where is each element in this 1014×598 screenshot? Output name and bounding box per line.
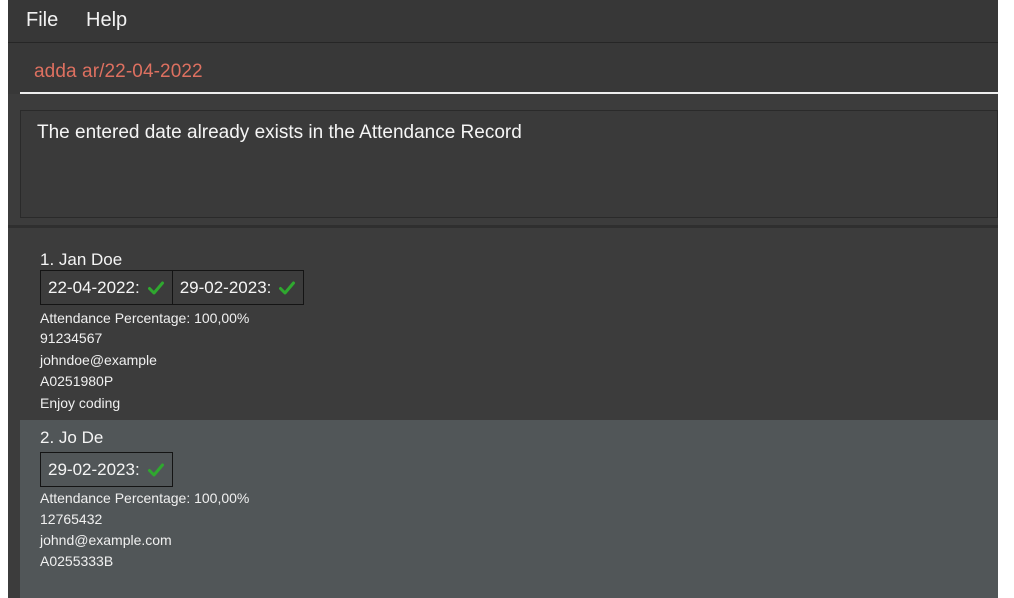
- attendance-tag: 29-02-2023:: [40, 452, 173, 487]
- panel-divider[interactable]: [8, 225, 998, 228]
- check-icon: [147, 463, 164, 476]
- attendance-percentage: Attendance Percentage: 100,00%: [40, 490, 250, 506]
- person-phone: 12765432: [40, 511, 103, 527]
- result-display: The entered date already exists in the A…: [20, 110, 998, 218]
- person-list[interactable]: 1. Jan Doe 22-04-2022: 29-02-2023: Atten…: [20, 240, 998, 598]
- attendance-percentage: Attendance Percentage: 100,00%: [40, 310, 250, 326]
- person-name: 2. Jo De: [40, 428, 104, 447]
- menu-file[interactable]: File: [26, 9, 58, 32]
- attendance-date: 22-04-2022:: [48, 277, 140, 297]
- app-window: File Help adda ar/22-04-2022 The entered…: [8, 0, 998, 598]
- command-input[interactable]: adda ar/22-04-2022: [34, 61, 203, 83]
- attendance-date: 29-02-2023:: [48, 459, 140, 479]
- attendance-tag: 22-04-2022:: [40, 270, 173, 305]
- person-card[interactable]: 1. Jan Doe 22-04-2022: 29-02-2023: Atten…: [20, 240, 998, 420]
- person-card-selected[interactable]: 2. Jo De 29-02-2023: Attendance Percenta…: [20, 420, 998, 598]
- result-message: The entered date already exists in the A…: [37, 122, 522, 143]
- person-email: johnd@example.com: [40, 532, 172, 548]
- person-remark: Enjoy coding: [40, 395, 121, 411]
- check-icon: [279, 281, 296, 294]
- command-box[interactable]: adda ar/22-04-2022: [8, 43, 998, 94]
- menu-bar: File Help: [8, 0, 998, 43]
- person-matric: A0255333B: [40, 553, 114, 569]
- command-input-underline: [20, 92, 998, 94]
- person-phone: 91234567: [40, 330, 103, 346]
- person-matric: A0251980P: [40, 373, 114, 389]
- menu-help[interactable]: Help: [86, 9, 127, 32]
- attendance-date: 29-02-2023:: [179, 277, 272, 297]
- person-name: 1. Jan Doe: [40, 250, 123, 269]
- attendance-tags: 22-04-2022: 29-02-2023:: [40, 270, 305, 305]
- attendance-tags: 29-02-2023:: [40, 452, 173, 487]
- attendance-tag: 29-02-2023:: [171, 270, 305, 305]
- check-icon: [147, 281, 164, 294]
- person-email: johndoe@example: [40, 352, 157, 368]
